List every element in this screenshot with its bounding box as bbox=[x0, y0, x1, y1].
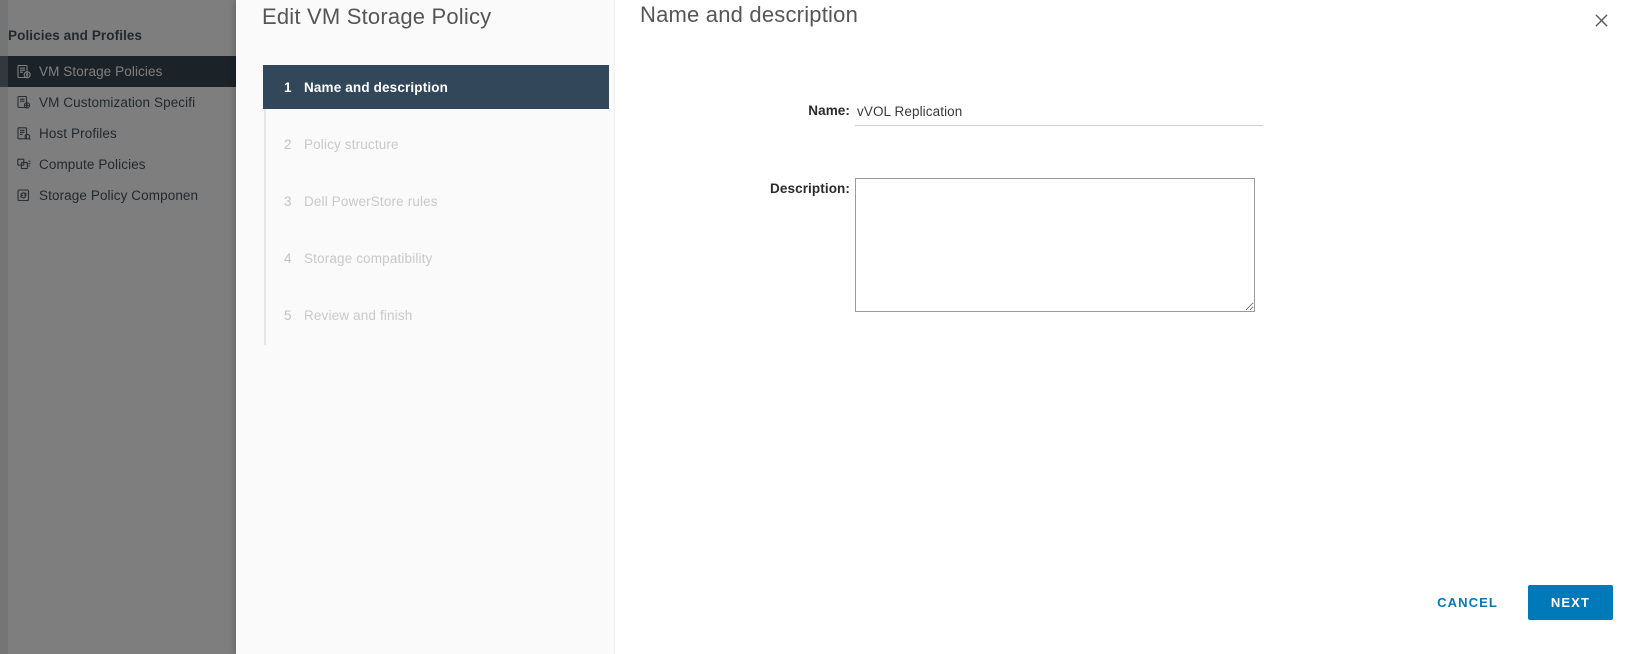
sidebar-item-vm-customization-specifications[interactable]: VM Customization Specifi bbox=[0, 87, 244, 118]
sidebar-header: Policies and Profiles bbox=[8, 28, 143, 43]
wizard-step-storage-compatibility[interactable]: 4 Storage compatibility bbox=[264, 237, 608, 279]
wizard-step-label: Policy structure bbox=[304, 136, 399, 152]
wizard-step-number: 1 bbox=[284, 79, 292, 95]
sidebar-nav-list: VM Storage Policies VM Customization Spe… bbox=[0, 56, 244, 211]
sidebar-item-label: Host Profiles bbox=[39, 126, 117, 141]
wizard-step-label: Storage compatibility bbox=[304, 250, 433, 266]
wizard-step-policy-structure[interactable]: 2 Policy structure bbox=[264, 123, 608, 165]
wizard-step-number: 5 bbox=[284, 307, 292, 323]
wizard-content-pane: Name and description Name: Description: … bbox=[615, 0, 1631, 654]
description-label: Description: bbox=[770, 181, 850, 196]
description-input[interactable] bbox=[855, 178, 1255, 312]
host-profile-icon bbox=[16, 126, 32, 142]
name-input[interactable] bbox=[855, 100, 1263, 126]
wizard-step-label: Review and finish bbox=[304, 307, 413, 323]
wizard-title: Edit VM Storage Policy bbox=[262, 4, 492, 29]
wizard-step-nav-panel: Edit VM Storage Policy 1 Name and descri… bbox=[236, 0, 615, 654]
storage-policy-component-icon bbox=[16, 188, 32, 204]
wizard-footer: CANCEL NEXT bbox=[1421, 585, 1613, 620]
wizard-step-name-and-description[interactable]: 1 Name and description bbox=[264, 66, 608, 108]
next-button[interactable]: NEXT bbox=[1527, 585, 1613, 620]
sidebar-item-label: Compute Policies bbox=[39, 157, 146, 172]
vm-storage-policy-icon bbox=[16, 64, 32, 80]
sidebar-item-compute-policies[interactable]: Compute Policies bbox=[0, 149, 244, 180]
page-title: Name and description bbox=[640, 2, 859, 27]
vm-customization-icon bbox=[16, 95, 32, 111]
wizard-step-label: Dell PowerStore rules bbox=[304, 193, 438, 209]
screen: Policies and Profiles VM Storage Policie… bbox=[0, 0, 1631, 654]
compute-policy-icon bbox=[16, 157, 32, 173]
wizard-step-number: 2 bbox=[284, 136, 292, 152]
wizard-step-review-and-finish[interactable]: 5 Review and finish bbox=[264, 294, 608, 336]
sidebar-item-label: Storage Policy Componen bbox=[39, 188, 199, 203]
edit-vm-storage-policy-wizard: Edit VM Storage Policy 1 Name and descri… bbox=[236, 0, 1631, 654]
wizard-step-number: 4 bbox=[284, 250, 292, 266]
cancel-button[interactable]: CANCEL bbox=[1421, 587, 1514, 618]
sidebar-item-label: VM Storage Policies bbox=[39, 64, 163, 79]
background-app-sidebar: Policies and Profiles VM Storage Policie… bbox=[0, 0, 244, 654]
wizard-step-dell-powerstore-rules[interactable]: 3 Dell PowerStore rules bbox=[264, 180, 608, 222]
wizard-step-list: 1 Name and description 2 Policy structur… bbox=[264, 66, 608, 351]
sidebar-item-storage-policy-components[interactable]: Storage Policy Componen bbox=[0, 180, 244, 211]
sidebar-item-host-profiles[interactable]: Host Profiles bbox=[0, 118, 244, 149]
sidebar-item-vm-storage-policies[interactable]: VM Storage Policies bbox=[0, 56, 244, 87]
name-label: Name: bbox=[808, 103, 850, 118]
close-icon[interactable] bbox=[1587, 6, 1615, 34]
wizard-step-label: Name and description bbox=[304, 79, 449, 95]
wizard-step-number: 3 bbox=[284, 193, 292, 209]
sidebar-item-label: VM Customization Specifi bbox=[39, 95, 196, 110]
